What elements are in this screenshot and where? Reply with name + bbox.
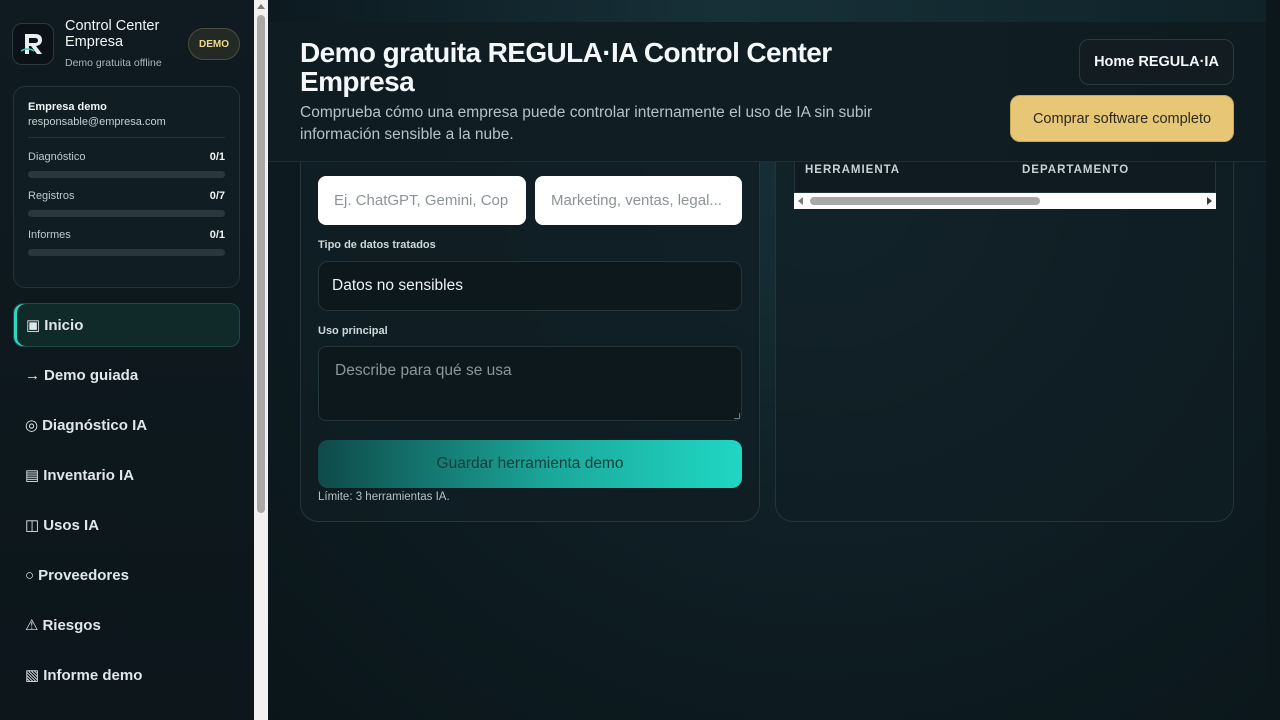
- metric-progress-bar: [28, 171, 225, 178]
- company-name: Empresa demo: [28, 101, 107, 113]
- tool-form-panel: Tipo de datos tratados Datos no sensible…: [300, 130, 760, 522]
- table-header: HERRAMIENTA DEPARTAMENTO: [794, 161, 1216, 193]
- metric-label: Diagnóstico: [28, 151, 86, 163]
- horizontal-scroll-thumb[interactable]: [810, 197, 1040, 205]
- target-icon: ◎: [25, 417, 39, 434]
- home-icon: ▣: [26, 317, 41, 334]
- sidebar-item-informe-demo[interactable]: ▧ Informe demo: [13, 653, 240, 697]
- sidebar-item-label: Inventario IA: [43, 466, 135, 484]
- regula-logo-icon[interactable]: [12, 23, 54, 65]
- sidebar-item-label: Usos IA: [43, 516, 100, 534]
- data-type-label: Tipo de datos tratados: [318, 239, 436, 251]
- sidebar-item-label: Diagnóstico IA: [42, 416, 148, 434]
- metric-progress-bar: [28, 249, 225, 256]
- column-header-departamento: DEPARTAMENTO: [1022, 164, 1130, 176]
- brand: Control Center Empresa Demo gratuita off…: [12, 18, 242, 74]
- metric-label: Registros: [28, 190, 75, 202]
- tool-name-input[interactable]: [318, 176, 526, 225]
- scroll-left-arrow-icon[interactable]: [798, 197, 803, 205]
- sidebar-item-label: Inicio: [44, 316, 84, 334]
- sidebar-item-label: Riesgos: [42, 616, 101, 634]
- buy-software-button[interactable]: Comprar software completo: [1010, 95, 1234, 142]
- scroll-right-arrow-icon[interactable]: [1207, 197, 1212, 205]
- sidebar-item-label: Informe demo: [43, 666, 143, 684]
- data-type-select[interactable]: Datos no sensibles: [318, 261, 742, 311]
- main-content: Tipo de datos tratados Datos no sensible…: [268, 0, 1280, 720]
- circle-icon: ○: [25, 566, 35, 584]
- usage-label: Uso principal: [318, 325, 388, 337]
- card-divider: [28, 137, 225, 138]
- sidebar-item-label: Demo guiada: [44, 366, 139, 384]
- columns-icon: ◫: [25, 517, 40, 534]
- column-header-herramienta: HERRAMIENTA: [805, 164, 901, 176]
- sidebar-item-proveedores[interactable]: ○ Proveedores: [13, 553, 240, 597]
- page-title: Demo gratuita REGULA·IA Control Center E…: [300, 37, 832, 97]
- top-strip: [268, 0, 1280, 22]
- scroll-up-arrow-icon[interactable]: [257, 4, 265, 9]
- department-input[interactable]: [535, 176, 742, 225]
- warning-icon: ⚠: [25, 617, 39, 634]
- brand-title: Control Center Empresa: [65, 18, 160, 50]
- usage-textarea[interactable]: [318, 346, 742, 421]
- metric-value: 0/1: [209, 151, 225, 163]
- company-card: Empresa demo responsable@empresa.com Dia…: [13, 86, 240, 288]
- demo-badge: DEMO: [188, 28, 240, 60]
- metric-registros: Registros 0/7: [28, 190, 225, 217]
- brand-subtitle: Demo gratuita offline: [65, 57, 162, 69]
- metric-informes: Informes 0/1: [28, 229, 225, 256]
- table-horizontal-scrollbar[interactable]: [794, 193, 1216, 209]
- sidebar-item-riesgos[interactable]: ⚠ Riesgos: [13, 603, 240, 647]
- company-email: responsable@empresa.com: [28, 116, 166, 128]
- sidebar-scrollbar[interactable]: [254, 0, 268, 720]
- sidebar-item-usos-ia[interactable]: ◫ Usos IA: [13, 503, 240, 547]
- list-icon: ▤: [25, 467, 40, 484]
- scroll-thumb[interactable]: [257, 15, 265, 513]
- limit-note: Límite: 3 herramientas IA.: [318, 491, 450, 503]
- sidebar-item-inventario-ia[interactable]: ▤ Inventario IA: [13, 453, 240, 497]
- report-icon: ▧: [25, 667, 40, 684]
- arrow-right-icon: →: [25, 366, 40, 384]
- sidebar-nav: ▣ Inicio → Demo guiada ◎ Diagnóstico IA …: [13, 303, 240, 703]
- edge-strip: [1266, 0, 1280, 720]
- metric-value: 0/7: [209, 190, 225, 202]
- metric-diagnostico: Diagnóstico 0/1: [28, 151, 225, 178]
- sidebar-item-label: Proveedores: [38, 566, 129, 584]
- sidebar-item-demo-guiada[interactable]: → Demo guiada: [13, 353, 240, 397]
- page-subtitle: Comprueba cómo una empresa puede control…: [300, 104, 873, 143]
- sidebar-item-diagnostico-ia[interactable]: ◎ Diagnóstico IA: [13, 403, 240, 447]
- sidebar-item-inicio[interactable]: ▣ Inicio: [13, 303, 240, 347]
- sidebar: Control Center Empresa Demo gratuita off…: [0, 0, 254, 720]
- tools-table-panel: HERRAMIENTA DEPARTAMENTO: [775, 130, 1234, 522]
- save-tool-button[interactable]: Guardar herramienta demo: [318, 440, 742, 488]
- metric-label: Informes: [28, 229, 71, 241]
- resize-grip-icon[interactable]: [734, 413, 740, 419]
- metric-value: 0/1: [209, 229, 225, 241]
- metric-progress-bar: [28, 210, 225, 217]
- home-regula-button[interactable]: Home REGULA·IA: [1079, 39, 1234, 85]
- page-header: Demo gratuita REGULA·IA Control Center E…: [268, 22, 1266, 162]
